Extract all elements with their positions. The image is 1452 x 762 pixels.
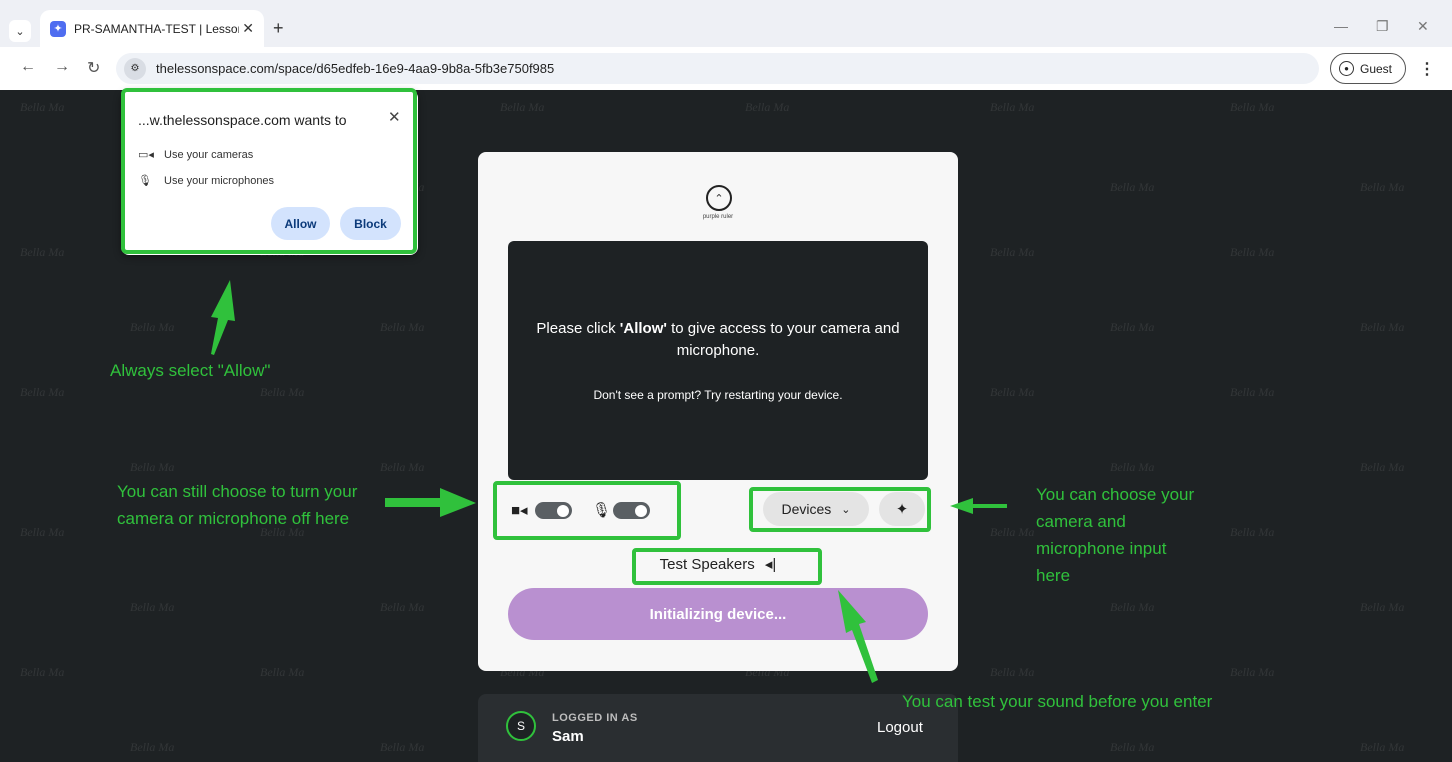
browser-menu-icon[interactable]: ⋮	[1419, 59, 1435, 79]
person-icon: ●	[1339, 61, 1354, 76]
logout-link[interactable]: Logout	[877, 719, 923, 736]
devices-highlight-box	[749, 487, 931, 532]
forward-arrow-icon[interactable]: →	[54, 58, 70, 76]
annotation-speakers: You can test your sound before you enter	[902, 692, 1213, 711]
permission-highlight-box	[121, 88, 417, 254]
annotation-toggles: You can still choose to turn your camera…	[117, 482, 358, 528]
device-setup-card: ⌃ purple ruler Please click 'Allow' to g…	[478, 152, 958, 671]
video-preview: Please click 'Allow' to give access to y…	[508, 241, 928, 480]
permission-message: Please click 'Allow' to give access to y…	[536, 320, 900, 359]
url-text: thelessonspace.com/space/d65edfeb-16e9-4…	[156, 61, 555, 76]
guest-label: Guest	[1360, 61, 1393, 76]
avatar: S	[506, 711, 536, 741]
tab-close-icon[interactable]: ✕	[242, 20, 254, 37]
initializing-device-button[interactable]: Initializing device...	[508, 588, 928, 640]
user-name: Sam	[552, 728, 584, 745]
new-tab-plus-icon[interactable]: +	[273, 18, 284, 39]
reload-icon[interactable]: ↻	[87, 58, 100, 78]
logged-in-bar: S LOGGED IN AS Sam Logout	[478, 694, 958, 762]
annotation-devices: You can choose your camera and microphon…	[1036, 485, 1195, 585]
tab-search-chevron-icon[interactable]: ⌄	[9, 20, 31, 42]
browser-tab-strip: ⌄ ✦ PR-SAMANTHA-TEST | Lessonspace ✕ + —…	[0, 0, 1452, 47]
purple-ruler-logo-icon: ⌃	[706, 185, 732, 211]
logged-in-label: LOGGED IN AS	[552, 712, 638, 724]
tab-title: PR-SAMANTHA-TEST | Lessonspace	[74, 21, 239, 36]
annotation-allow: Always select "Allow"	[110, 361, 271, 380]
minimize-icon[interactable]: —	[1334, 18, 1348, 34]
restore-icon[interactable]: ❐	[1376, 18, 1389, 35]
toggles-highlight-box	[493, 481, 681, 540]
brand-text: purple ruler	[702, 214, 734, 220]
lessonspace-favicon-icon: ✦	[50, 20, 66, 37]
site-info-icon[interactable]: ⚙	[124, 57, 146, 80]
window-close-icon[interactable]: ✕	[1417, 18, 1429, 35]
back-arrow-icon[interactable]: ←	[20, 58, 36, 76]
restart-hint: Don't see a prompt? Try restarting your …	[593, 388, 843, 402]
guest-profile-button[interactable]: ● Guest	[1330, 53, 1406, 84]
browser-toolbar: ← → ↻ ⚙ thelessonspace.com/space/d65edfe…	[0, 47, 1452, 90]
address-bar[interactable]: ⚙ thelessonspace.com/space/d65edfeb-16e9…	[116, 53, 1319, 84]
speakers-highlight-box	[632, 548, 822, 585]
browser-tab[interactable]: ✦ PR-SAMANTHA-TEST | Lessonspace ✕	[40, 10, 264, 47]
